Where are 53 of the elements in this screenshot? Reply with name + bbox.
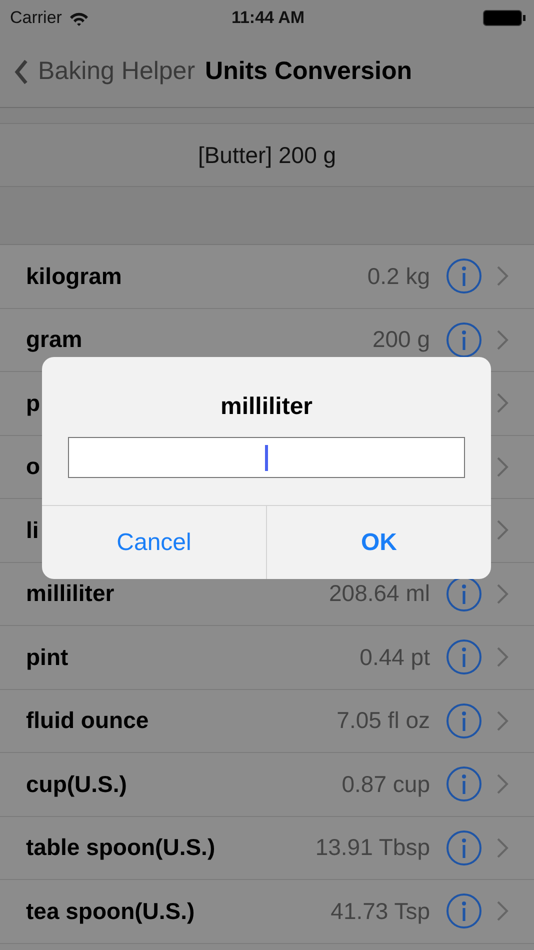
info-icon bbox=[446, 702, 482, 739]
info-icon bbox=[446, 322, 482, 358]
screen-title: Units Conversion bbox=[205, 57, 412, 86]
unit-name: p bbox=[26, 390, 40, 417]
battery-icon bbox=[482, 10, 526, 26]
chevron-icon bbox=[496, 328, 510, 351]
unit-row[interactable]: table spoon(U.S.) 13.91 Tbsp bbox=[0, 816, 534, 880]
status-time: 11:44 AM bbox=[231, 8, 305, 28]
unit-name: fluid ounce bbox=[26, 707, 149, 734]
unit-name: pint bbox=[26, 644, 68, 671]
unit-value: 7.05 fl oz bbox=[336, 707, 430, 734]
unit-value: 41.73 Tsp bbox=[330, 898, 430, 925]
chevron-icon bbox=[496, 519, 510, 542]
chevron-icon bbox=[496, 710, 510, 732]
unit-row[interactable]: tea spoon(U.S.) 41.73 Tsp bbox=[0, 880, 534, 944]
unit-value: 208.64 ml bbox=[328, 580, 430, 608]
unit-name: li bbox=[26, 516, 39, 544]
unit-name: gram bbox=[26, 326, 82, 354]
unit-row[interactable]: cup(U.S.) 0.87 cup bbox=[0, 753, 534, 816]
unit-name: milliliter bbox=[26, 580, 114, 608]
unit-value: 200 g bbox=[372, 326, 430, 354]
ingredient-label: [Butter] 200 g bbox=[198, 142, 336, 168]
unit-name: kilogram bbox=[26, 262, 122, 290]
chevron-icon bbox=[496, 900, 510, 922]
info-icon bbox=[446, 258, 482, 294]
back-chevron-icon bbox=[14, 58, 29, 84]
carrier-name: Carrier bbox=[10, 8, 62, 28]
chevron-icon bbox=[496, 836, 510, 859]
unit-name: table spoon(U.S.) bbox=[26, 834, 216, 862]
unit-name: tea spoon(U.S.) bbox=[26, 898, 195, 925]
chevron-icon bbox=[496, 773, 510, 796]
unit-value: 0.2 kg bbox=[367, 262, 430, 290]
chevron-icon bbox=[496, 456, 510, 478]
unit-row[interactable]: kilogram 0.2 kg bbox=[0, 245, 534, 308]
unit-row[interactable]: pint 0.44 pt bbox=[0, 626, 534, 690]
alert-title: milliliter bbox=[220, 393, 313, 421]
unit-row[interactable]: fluid ounce 7.05 fl oz bbox=[0, 690, 534, 753]
unit-value: 0.87 cup bbox=[342, 770, 430, 798]
chevron-icon bbox=[496, 646, 510, 668]
input-field[interactable] bbox=[68, 437, 465, 478]
info-icon bbox=[446, 766, 482, 802]
chevron-icon bbox=[496, 582, 510, 605]
unit-value: 0.44 pt bbox=[360, 644, 430, 671]
ok-button[interactable]: OK bbox=[266, 506, 491, 579]
chevron-icon bbox=[496, 392, 510, 414]
unit-value: 13.91 Tbsp bbox=[315, 834, 430, 862]
info-icon bbox=[446, 639, 482, 676]
unit-name: o bbox=[26, 453, 40, 480]
info-icon bbox=[446, 830, 482, 866]
unit-name: cup(U.S.) bbox=[26, 770, 127, 798]
chevron-icon bbox=[496, 265, 510, 288]
info-icon bbox=[446, 893, 482, 930]
wifi-icon bbox=[68, 10, 89, 26]
